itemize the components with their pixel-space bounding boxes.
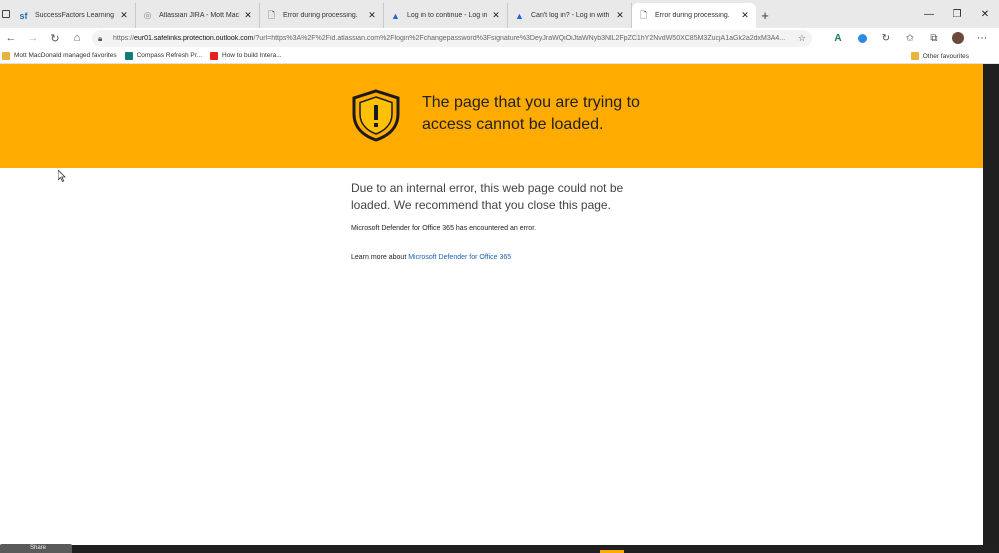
error-banner: The page that you are trying to access c…: [0, 64, 983, 168]
tab-actions-button[interactable]: [0, 0, 12, 28]
url-path: /?url=https%3A%2F%2Fid.atlassian.com%2Fl…: [253, 34, 786, 42]
url-host: eur01.safelinks.protection.outlook.com: [134, 34, 254, 42]
error-content: Due to an internal error, this web page …: [351, 180, 641, 261]
error-description: Due to an internal error, this web page …: [351, 181, 624, 212]
refresh-icon: ↻: [50, 32, 60, 45]
taskbar-item[interactable]: Share: [0, 544, 72, 553]
favorite-label: How to build Intera...: [222, 52, 282, 59]
tab-3[interactable]: 🗋 Error during processing. ✕: [260, 3, 384, 28]
home-button[interactable]: ⌂: [66, 28, 88, 48]
close-tab-icon[interactable]: ✕: [615, 10, 625, 21]
page-icon: 🗋: [639, 9, 648, 20]
warning-shield-icon: [352, 89, 400, 142]
learn-more-prefix: Learn more about: [351, 254, 409, 261]
tab-6[interactable]: 🗋 Error during processing. ✕: [632, 3, 756, 28]
close-tab-icon[interactable]: ✕: [119, 10, 129, 21]
jira-globe-icon: ◎: [143, 10, 152, 20]
close-tab-icon[interactable]: ✕: [243, 10, 253, 21]
folder-icon: [2, 51, 10, 60]
window-edge: [983, 64, 999, 553]
defender-link[interactable]: Microsoft Defender for Office 365: [408, 254, 511, 261]
tab-label: Error during processing.: [283, 12, 358, 19]
page-icon: 🗋: [267, 9, 276, 20]
tab-4[interactable]: ▲ Log in to continue - Log in with ✕: [384, 3, 508, 28]
folder-icon: [910, 52, 919, 60]
defender-message: Microsoft Defender for Office 365 has en…: [351, 225, 537, 232]
close-tab-icon[interactable]: ✕: [740, 10, 750, 21]
collections-icon[interactable]: ⧉: [922, 28, 946, 48]
add-favorite-icon[interactable]: ☆: [798, 33, 806, 44]
forward-arrow-icon: →: [27, 32, 39, 44]
extension-a-icon[interactable]: A: [826, 28, 850, 48]
minimize-button[interactable]: —: [915, 0, 943, 28]
address-bar[interactable]: 🔒︎ https://eur01.safelinks.protection.ou…: [92, 29, 812, 47]
refresh-button[interactable]: ↻: [44, 28, 66, 48]
extension-refresh-icon[interactable]: ↻: [874, 28, 898, 48]
atlassian-icon: ▲: [515, 10, 524, 21]
successfactors-icon: sf: [19, 10, 28, 21]
sharepoint-icon: [124, 51, 133, 60]
tab-2[interactable]: ◎ Atlassian JIRA - Mott MacDonald ✕: [136, 3, 260, 28]
close-tab-icon[interactable]: ✕: [491, 10, 501, 21]
favorite-label: Mott MacDonald managed favorites: [14, 52, 117, 59]
learn-more-text: Learn more about Microsoft Defender for …: [351, 254, 641, 261]
other-favourites-label: Other favourites: [922, 52, 969, 60]
back-arrow-icon: ←: [5, 32, 17, 44]
url-prefix: https://: [113, 34, 135, 42]
new-tab-button[interactable]: +: [756, 3, 774, 28]
banner-title: The page that you are trying to access c…: [422, 94, 640, 133]
youtube-icon: [210, 51, 218, 60]
address-url: https://eur01.safelinks.protection.outlo…: [113, 35, 794, 42]
avatar: [952, 32, 964, 44]
favorites-list: Mott MacDonald managed favorites Compass …: [2, 51, 290, 60]
profile-button[interactable]: [946, 28, 970, 48]
tab-actions-icon: [2, 10, 10, 18]
tab-strip: sf SuccessFactors Learning — Lear ✕ ◎ Atlass…: [0, 0, 999, 28]
forward-button[interactable]: →: [22, 28, 44, 48]
close-tab-icon[interactable]: ✕: [367, 10, 377, 21]
browser-toolbar: ← → ↻ ⌂ 🔒︎ https://eur01.safelinks.prote…: [0, 28, 999, 48]
favorite-item-1[interactable]: Mott MacDonald managed favorites: [2, 51, 117, 60]
tab-label: SuccessFactors Learning — Lear: [35, 12, 115, 19]
home-icon: ⌂: [73, 32, 81, 44]
lock-icon: 🔒︎: [98, 33, 103, 43]
tab-list: sf SuccessFactors Learning — Lear ✕ ◎ Atlass…: [12, 0, 756, 28]
tab-label: Atlassian JIRA - Mott MacDonald: [159, 12, 239, 19]
tab-label: Can't log in? - Log in with Atlas: [531, 12, 611, 19]
tab-5[interactable]: ▲ Can't log in? - Log in with Atlas ✕: [508, 3, 632, 28]
favorites-bar: Mott MacDonald managed favorites Compass …: [0, 48, 999, 64]
favorites-star-icon[interactable]: ✩: [898, 28, 922, 48]
tab-label: Error during processing.: [655, 12, 730, 19]
atlassian-icon: ▲: [391, 10, 400, 21]
close-window-button[interactable]: ✕: [971, 0, 999, 28]
extension-circle-icon[interactable]: [850, 28, 874, 48]
other-favourites-folder[interactable]: Other favourites: [910, 48, 969, 64]
web-page: The page that you are trying to access c…: [0, 64, 983, 553]
favorite-label: Compass Refresh Pr...: [136, 52, 202, 59]
restore-button[interactable]: ❐: [943, 0, 971, 28]
taskbar: [0, 545, 999, 553]
favorite-item-2[interactable]: Compass Refresh Pr...: [124, 51, 202, 60]
window-controls: — ❐ ✕: [915, 0, 999, 28]
favorite-item-3[interactable]: How to build Intera...: [210, 51, 282, 60]
back-button[interactable]: ←: [0, 28, 22, 48]
settings-menu-icon[interactable]: ⋯: [970, 28, 994, 48]
tab-label: Log in to continue - Log in with: [407, 12, 487, 19]
tab-1[interactable]: sf SuccessFactors Learning — Lear ✕: [12, 3, 136, 28]
